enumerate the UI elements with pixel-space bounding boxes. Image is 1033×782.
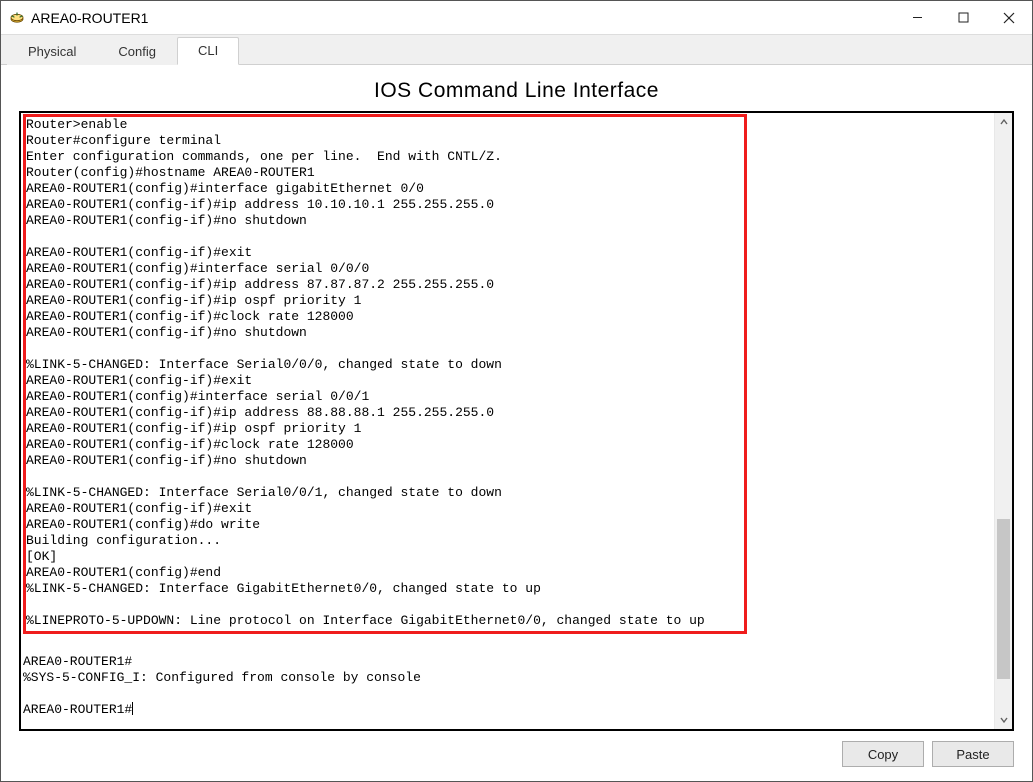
titlebar: AREA0-ROUTER1 bbox=[1, 1, 1032, 35]
cli-text-rest: AREA0-ROUTER1# %SYS-5-CONFIG_I: Configur… bbox=[23, 638, 992, 718]
scrollbar[interactable] bbox=[994, 113, 1012, 729]
scroll-down-icon[interactable] bbox=[995, 711, 1012, 729]
scroll-track[interactable] bbox=[995, 131, 1012, 711]
maximize-button[interactable] bbox=[940, 1, 986, 34]
close-button[interactable] bbox=[986, 1, 1032, 34]
scroll-thumb[interactable] bbox=[997, 519, 1010, 679]
page-title: IOS Command Line Interface bbox=[19, 79, 1014, 103]
tab-cli[interactable]: CLI bbox=[177, 37, 239, 65]
copy-button[interactable]: Copy bbox=[842, 741, 924, 767]
window-title: AREA0-ROUTER1 bbox=[31, 10, 148, 26]
highlighted-block: Router>enable Router#configure terminal … bbox=[23, 114, 747, 634]
minimize-button[interactable] bbox=[894, 1, 940, 34]
terminal-output[interactable]: Router>enable Router#configure terminal … bbox=[21, 113, 994, 729]
tab-physical[interactable]: Physical bbox=[7, 38, 97, 65]
app-window: AREA0-ROUTER1 Physical Config CLI IOS Co… bbox=[0, 0, 1033, 782]
tab-config[interactable]: Config bbox=[97, 38, 177, 65]
tab-bar: Physical Config CLI bbox=[1, 35, 1032, 65]
window-controls bbox=[894, 1, 1032, 34]
paste-button[interactable]: Paste bbox=[932, 741, 1014, 767]
terminal: Router>enable Router#configure terminal … bbox=[19, 111, 1014, 731]
scroll-up-icon[interactable] bbox=[995, 113, 1012, 131]
content-area: IOS Command Line Interface Router>enable… bbox=[1, 65, 1032, 781]
router-icon bbox=[9, 10, 25, 26]
button-row: Copy Paste bbox=[19, 741, 1014, 767]
cli-text-highlighted: Router>enable Router#configure terminal … bbox=[26, 117, 742, 629]
